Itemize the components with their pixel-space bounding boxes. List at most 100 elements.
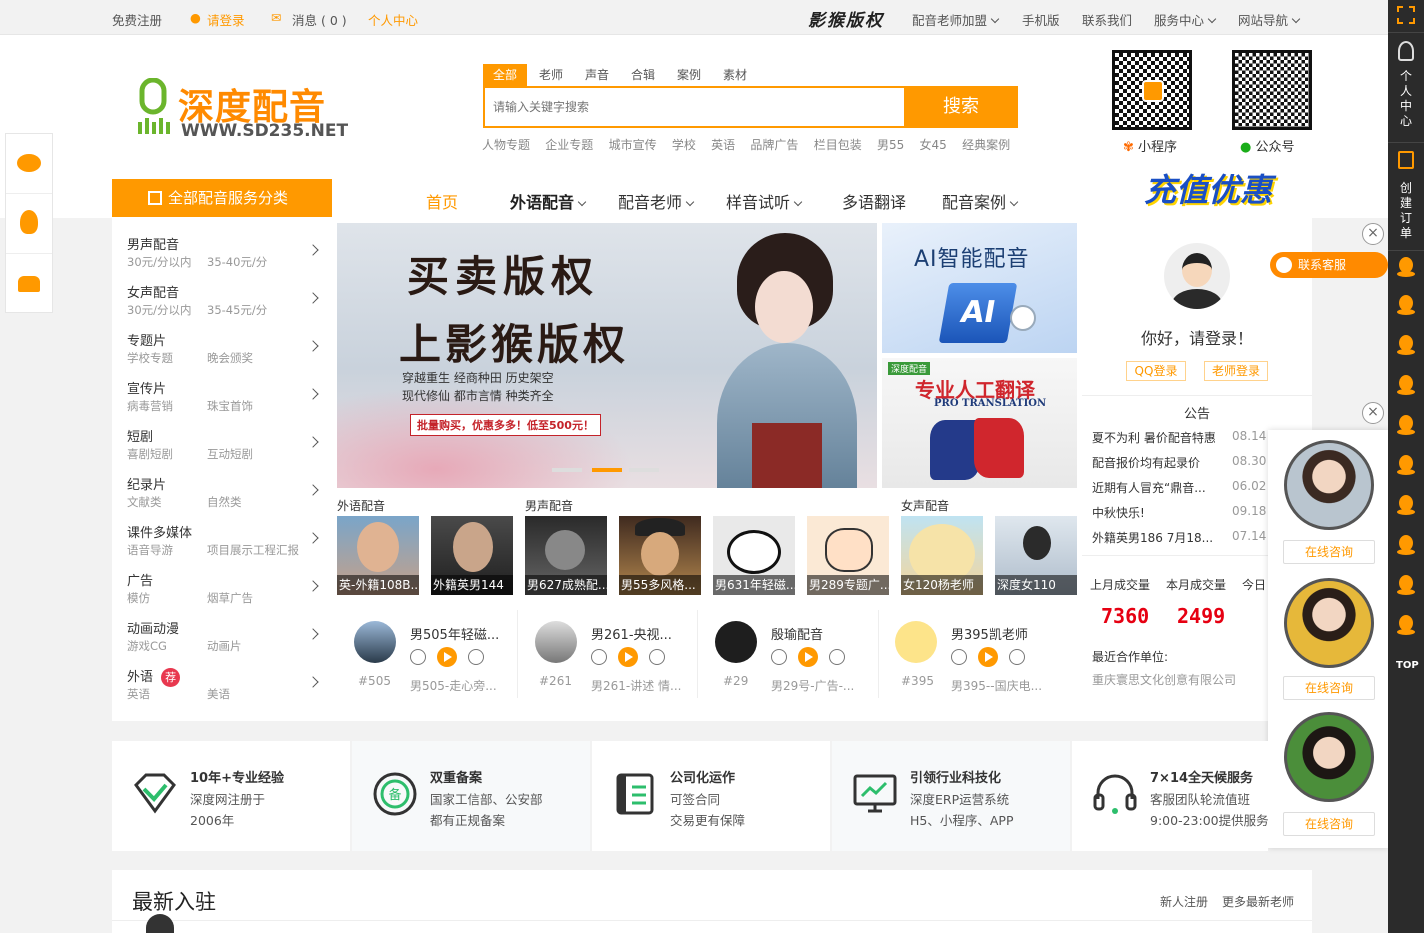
- category-sub[interactable]: 珠宝首饰: [207, 398, 253, 414]
- hot-keyword[interactable]: 城市宣传: [609, 138, 657, 152]
- voice-thumb[interactable]: 英-外籍108B...: [337, 516, 419, 595]
- player-name[interactable]: 殷瑜配音: [771, 624, 823, 643]
- category-sub[interactable]: 学校专题: [127, 351, 173, 365]
- more-teachers-link[interactable]: 更多最新老师: [1222, 893, 1294, 910]
- notice-item[interactable]: 中秋快乐! 09.18: [1092, 504, 1266, 521]
- contact-service-button[interactable]: 联系客服: [1270, 252, 1388, 278]
- hot-keyword[interactable]: 人物专题: [482, 138, 530, 152]
- category-sub[interactable]: 烟草广告: [207, 590, 253, 606]
- category-sub[interactable]: 自然类: [207, 494, 242, 510]
- voice-player[interactable]: #505 男505年轻磁... 男505-走心旁...: [352, 618, 522, 698]
- qq-service-icon[interactable]: [1396, 374, 1416, 396]
- next-icon[interactable]: [829, 649, 845, 665]
- category-item[interactable]: 课件多媒体 语音导游 项目展示工程汇报: [127, 522, 322, 558]
- qq-service-icon[interactable]: [1396, 574, 1416, 596]
- search-input[interactable]: [493, 96, 893, 118]
- category-sub[interactable]: 动画片: [207, 638, 242, 654]
- recharge-promo-banner[interactable]: 充值优惠: [1144, 165, 1294, 213]
- search-button[interactable]: 搜索: [904, 86, 1018, 128]
- player-avatar[interactable]: [354, 621, 396, 663]
- online-consult-button[interactable]: 在线咨询: [1283, 812, 1375, 836]
- hot-keyword[interactable]: 英语: [711, 138, 735, 152]
- search-tab-album[interactable]: 合辑: [623, 64, 663, 86]
- qq-service-icon[interactable]: [1396, 334, 1416, 356]
- prev-icon[interactable]: [951, 649, 967, 665]
- ai-voice-banner[interactable]: AI智能配音 AI: [882, 223, 1077, 353]
- qq-float-button[interactable]: [6, 194, 52, 254]
- slider-dot-active[interactable]: [592, 468, 622, 472]
- close-icon[interactable]: ×: [1362, 402, 1384, 424]
- nav-cases[interactable]: 配音案例: [942, 189, 1017, 213]
- category-sub[interactable]: 项目展示工程汇报: [207, 542, 299, 558]
- search-tab-voice[interactable]: 声音: [577, 64, 617, 86]
- category-sub[interactable]: 35-45元/分: [207, 302, 267, 318]
- category-item[interactable]: 男声配音 30元/分以内 35-40元/分: [127, 234, 322, 270]
- copyright-brand-logo[interactable]: 影猴版权: [808, 6, 884, 31]
- user-center-link[interactable]: 个人中心: [368, 10, 418, 29]
- player-name[interactable]: 男505年轻磁...: [410, 624, 499, 643]
- qq-login-button[interactable]: QQ登录: [1126, 361, 1186, 381]
- player-avatar[interactable]: [715, 621, 757, 663]
- play-icon[interactable]: [798, 647, 818, 667]
- notice-item[interactable]: 配音报价均有起录价 08.30: [1092, 454, 1266, 471]
- nav-foreign[interactable]: 外语配音: [510, 189, 585, 213]
- category-item[interactable]: 广告 模仿 烟草广告: [127, 570, 322, 606]
- nav-translation[interactable]: 多语翻译: [842, 189, 906, 213]
- prev-icon[interactable]: [591, 649, 607, 665]
- next-icon[interactable]: [649, 649, 665, 665]
- search-tab-case[interactable]: 案例: [669, 64, 709, 86]
- category-item[interactable]: 女声配音 30元/分以内 35-45元/分: [127, 282, 322, 318]
- site-nav-menu[interactable]: 网站导航: [1238, 10, 1299, 29]
- user-center-button[interactable]: 个人中心: [1388, 32, 1424, 142]
- hot-keyword[interactable]: 栏目包装: [814, 138, 862, 152]
- voice-thumb[interactable]: 男627成熟配...: [525, 516, 607, 595]
- play-icon[interactable]: [618, 647, 638, 667]
- scan-icon[interactable]: [1397, 6, 1415, 24]
- nav-home[interactable]: 首页: [426, 189, 458, 213]
- category-sub[interactable]: 语音导游: [127, 543, 173, 557]
- nav-samples[interactable]: 样音试听: [726, 189, 801, 213]
- consultant-avatar[interactable]: [1284, 440, 1374, 530]
- category-sub[interactable]: 英语: [127, 687, 150, 701]
- slider-dot[interactable]: [629, 468, 659, 472]
- category-sub[interactable]: 模仿: [127, 591, 150, 605]
- wechat-float-button[interactable]: [6, 134, 52, 194]
- voice-player[interactable]: #395 男395凯老师 男395--国庆电...: [893, 618, 1063, 698]
- hot-keyword[interactable]: 女45: [920, 138, 947, 152]
- player-name[interactable]: 男395凯老师: [951, 624, 1028, 643]
- notice-item[interactable]: 近期有人冒充“鼎音... 06.02: [1092, 479, 1266, 496]
- player-name[interactable]: 男261-央视...: [591, 624, 672, 643]
- all-categories-button[interactable]: 全部配音服务分类: [112, 179, 332, 217]
- voice-thumb[interactable]: 女120杨老师: [901, 516, 983, 595]
- category-item[interactable]: 纪录片 文献类 自然类: [127, 474, 322, 510]
- slider-dot[interactable]: [552, 468, 582, 472]
- qq-service-icon[interactable]: [1396, 414, 1416, 436]
- translation-banner[interactable]: 深度配音 专业人工翻译 PRO TRANSLATION: [882, 358, 1077, 488]
- hot-keyword[interactable]: 企业专题: [545, 138, 593, 152]
- mobile-link[interactable]: 手机版: [1022, 10, 1060, 29]
- teacher-login-button[interactable]: 老师登录: [1204, 361, 1268, 381]
- voice-thumb[interactable]: 男289专题广...: [807, 516, 889, 595]
- consultant-avatar[interactable]: [1284, 712, 1374, 802]
- prev-icon[interactable]: [410, 649, 426, 665]
- play-icon[interactable]: [437, 647, 457, 667]
- qq-service-icon[interactable]: [1396, 534, 1416, 556]
- category-sub[interactable]: 文献类: [127, 495, 162, 509]
- contact-link[interactable]: 联系我们: [1082, 10, 1132, 29]
- join-menu[interactable]: 配音老师加盟: [912, 10, 998, 29]
- category-sub[interactable]: 美语: [207, 686, 230, 702]
- voice-thumb[interactable]: 外籍英男144: [431, 516, 513, 595]
- play-icon[interactable]: [978, 647, 998, 667]
- hot-keyword[interactable]: 男55: [877, 138, 904, 152]
- category-item[interactable]: 动画动漫 游戏CG 动画片: [127, 618, 322, 654]
- hot-keyword[interactable]: 学校: [672, 138, 696, 152]
- next-icon[interactable]: [1009, 649, 1025, 665]
- next-icon[interactable]: [468, 649, 484, 665]
- online-consult-button[interactable]: 在线咨询: [1283, 540, 1375, 564]
- register-link[interactable]: 免费注册: [112, 10, 162, 29]
- category-item[interactable]: 专题片 学校专题 晚会颁奖: [127, 330, 322, 366]
- category-sub[interactable]: 病毒营销: [127, 399, 173, 413]
- phone-float-button[interactable]: [6, 254, 52, 314]
- category-sub[interactable]: 喜剧短剧: [127, 447, 173, 461]
- qq-service-icon[interactable]: [1396, 494, 1416, 516]
